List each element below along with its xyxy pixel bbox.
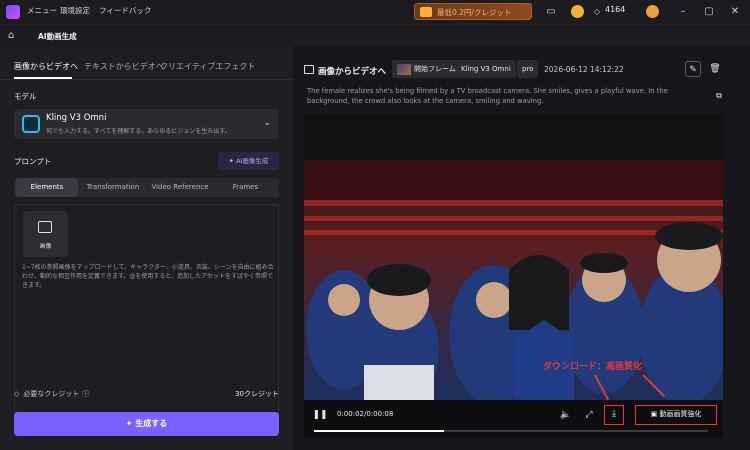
required-credit-row: ◇ 必要なクレジット ⓘ <box>14 389 89 399</box>
divider <box>0 79 293 80</box>
tab-creative-effects[interactable]: クリエイティブエフェクト <box>160 61 255 72</box>
model-label: モデル <box>14 92 37 101</box>
tab-text-to-video[interactable]: テキストからビデオへ <box>84 61 164 72</box>
promo-banner[interactable]: 最低0.2円/クレジット <box>414 3 532 20</box>
trash-icon[interactable]: 🗑 <box>707 61 723 77</box>
menu-item-menu[interactable]: メニュー <box>27 5 57 16</box>
timestamp: 2026-06-12 14:12:22 <box>544 65 624 74</box>
avatar-icon[interactable] <box>646 5 659 18</box>
annotation-text: ダウンロード：高画質化 <box>543 362 643 372</box>
tab-image-to-video[interactable]: 画像からビデオへ <box>14 61 78 72</box>
start-frame-chip[interactable]: 開始フレーム <box>392 60 461 78</box>
download-icon: ⤓ <box>612 409 616 419</box>
gem-icon: ◇ <box>593 7 601 16</box>
fullscreen-icon[interactable]: ⤢ <box>581 407 597 423</box>
result-title: 画像からビデオへ <box>318 67 387 77</box>
coin-icon[interactable] <box>571 5 584 18</box>
app-logo-icon <box>6 5 20 19</box>
generate-button[interactable]: ✦ 生成する <box>14 412 279 436</box>
left-panel: 画像からビデオへ テキストからビデオへ クリエイティブエフェクト モデル Kli… <box>0 46 293 450</box>
add-image-label: 画像 <box>39 243 52 250</box>
minimize-icon[interactable]: – <box>676 5 690 19</box>
required-credit-value: 30クレジット <box>235 390 279 398</box>
gift-icon <box>420 7 432 17</box>
sparkle-icon: ✦ <box>125 419 136 428</box>
video-progress-bar[interactable] <box>314 430 708 432</box>
subtab-elements[interactable]: Elements <box>16 178 78 197</box>
add-image-button[interactable]: 画像 <box>23 211 68 257</box>
upload-help-text: 1~7枚の参照画像をアップロードして、キャラクター、小道具、衣装、シーンを自由に… <box>22 264 274 289</box>
image-icon <box>38 221 52 233</box>
sparkle-icon: ✦ <box>228 157 237 165</box>
chevron-down-icon: ⌄ <box>263 118 271 128</box>
menu-item-preferences[interactable]: 環境設定 <box>60 5 90 16</box>
prompt-text: The female realizes she's being filmed b… <box>307 87 668 105</box>
page-title: AI動画生成 <box>38 32 77 41</box>
promo-text: 最低0.2円/クレジット <box>437 8 512 17</box>
video-player[interactable] <box>304 114 723 401</box>
required-credit-label: 必要なクレジット <box>23 390 80 398</box>
menu-item-feedback[interactable]: フィードバック <box>99 5 151 16</box>
enhance-video-button[interactable]: ▣ 動画画質強化 <box>635 405 717 425</box>
subtab-frames[interactable]: Frames <box>214 178 277 197</box>
maximize-icon[interactable]: ▢ <box>702 5 716 19</box>
model-name: Kling V3 Omni <box>46 113 107 123</box>
edit-icon[interactable]: ✎ <box>685 61 701 77</box>
prompt-subtabs: Elements Transformation Video Reference … <box>14 178 279 197</box>
video-time: 0:00:02/0:00:08 <box>337 410 394 418</box>
kling-model-icon <box>22 115 40 133</box>
subtab-video-reference[interactable]: Video Reference <box>146 178 214 197</box>
video-controls: ❚❚ 0:00:02/0:00:08 🔈 ⤢ ⤓ ▣ 動画画質強化 <box>304 401 723 438</box>
nav-bar: ⌂ AI動画生成 <box>0 24 750 46</box>
model-select[interactable]: Kling V3 Omni 何でも入力する。すべてを理解する。あらゆるビジョンを… <box>14 109 279 139</box>
right-panel: 画像からビデオへ 開始フレーム Kling V3 Omni pro 2026-0… <box>293 46 750 450</box>
credit-count: 4164 <box>605 5 626 14</box>
copy-icon[interactable]: ⧉ <box>711 88 727 104</box>
model-description: 何でも入力する。すべてを理解する。あらゆるビジョンを生み出す。 <box>46 128 231 135</box>
volume-icon[interactable]: 🔈 <box>558 407 574 423</box>
download-button[interactable]: ⤓ <box>604 405 624 425</box>
prompt-label: プロンプト <box>14 157 52 166</box>
video-frame <box>304 160 723 400</box>
video-progress-fill <box>314 430 445 432</box>
title-bar: メニュー 環境設定 フィードバック 最低0.2円/クレジット ▭ ◇ 4164 … <box>0 0 750 24</box>
info-icon[interactable]: ⓘ <box>82 389 89 399</box>
screen-icon[interactable]: ▭ <box>544 5 558 19</box>
subtab-transformation[interactable]: Transformation <box>80 178 146 197</box>
model-chip: Kling V3 Omni <box>456 60 516 78</box>
gem-icon: ◇ <box>14 390 20 398</box>
start-frame-thumbnail <box>397 63 411 75</box>
close-icon[interactable]: ✕ <box>728 5 742 19</box>
pro-chip: pro <box>517 60 539 78</box>
image-icon <box>304 65 314 74</box>
pause-icon[interactable]: ❚❚ <box>312 407 328 423</box>
ai-image-generate-button[interactable]: ✦ AI画像生成 <box>218 152 279 170</box>
home-icon[interactable]: ⌂ <box>8 30 20 42</box>
